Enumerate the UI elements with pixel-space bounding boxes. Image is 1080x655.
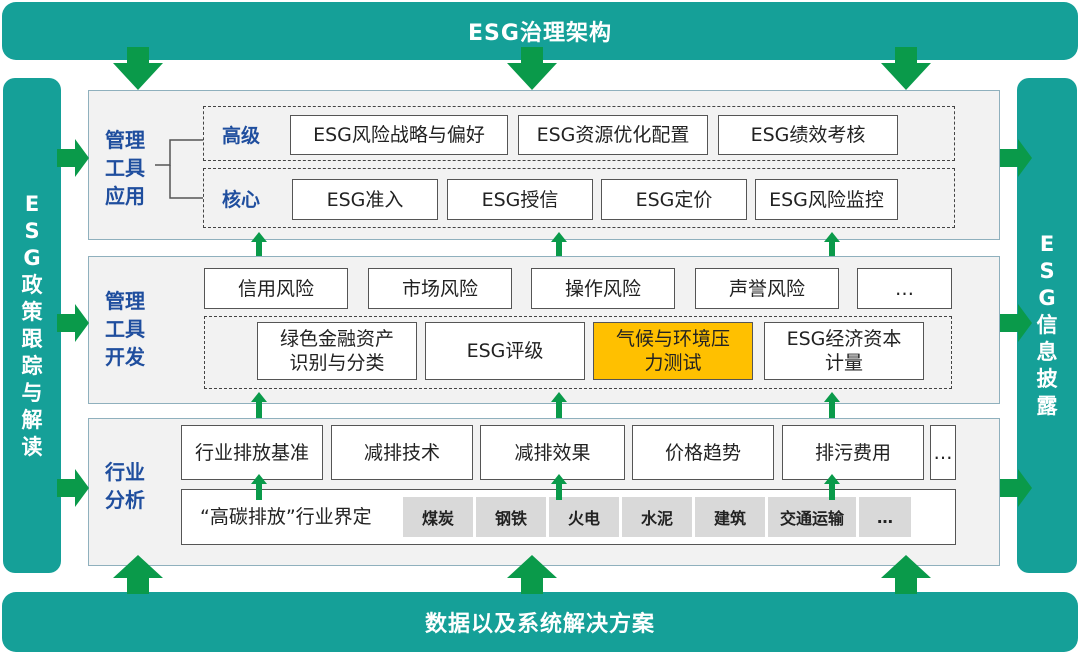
right-arrow-out [1000,139,1032,177]
small-up-arrow [551,474,567,500]
down-arrow [881,47,931,90]
small-up-arrow [251,392,267,418]
small-up-arrow [551,392,567,418]
small-up-arrow [551,232,567,256]
up-arrow [881,555,931,594]
right-arrow-in [57,304,89,342]
up-arrow [507,555,557,594]
small-up-arrow [824,232,840,256]
right-arrow-in [57,469,89,507]
down-arrow [113,47,163,90]
small-up-arrow [251,474,267,500]
right-arrow-out [1000,469,1032,507]
right-arrow-in [57,139,89,177]
small-up-arrow [824,474,840,500]
flow-arrows [57,47,1032,594]
down-arrow [507,47,557,90]
small-up-arrow [251,232,267,256]
small-up-arrow [824,392,840,418]
up-arrow [113,555,163,594]
right-arrow-out [1000,304,1032,342]
